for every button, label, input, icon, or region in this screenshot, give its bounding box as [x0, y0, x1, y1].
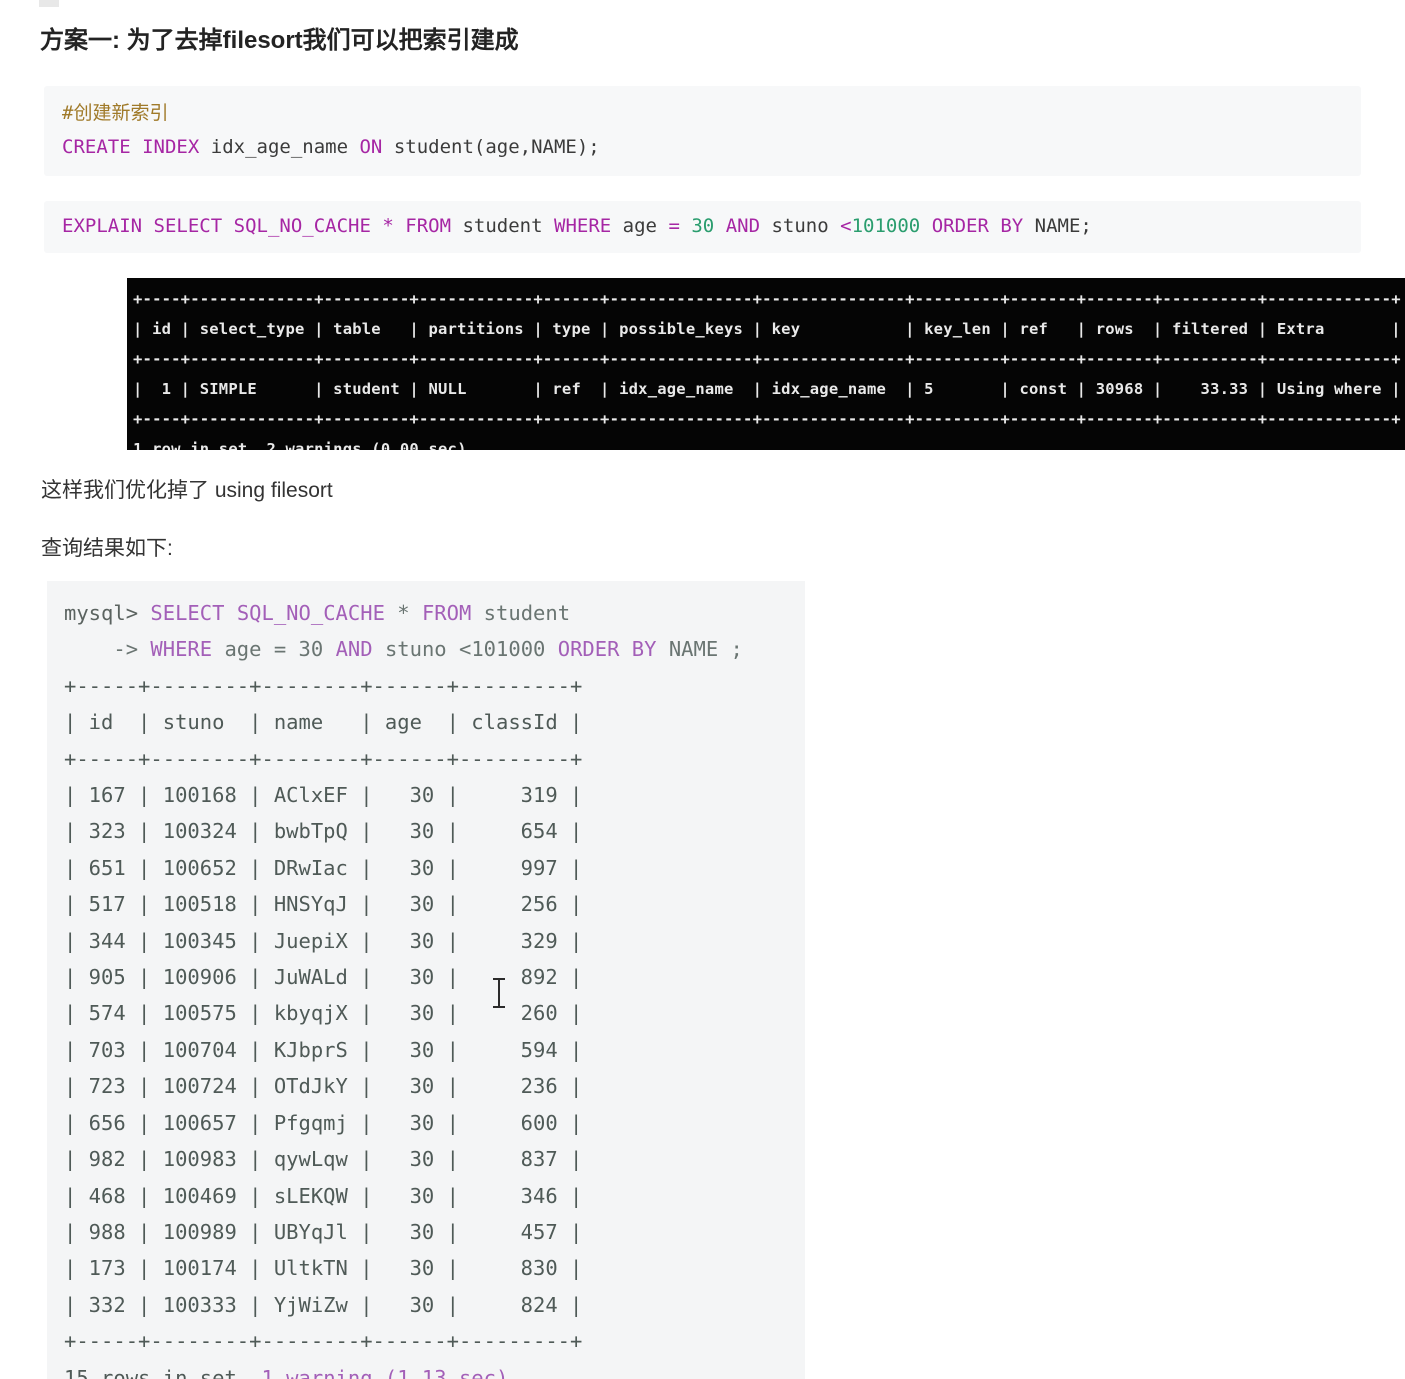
result-footer-count: 15	[64, 1365, 89, 1379]
star-operator: *	[382, 215, 394, 237]
code-block-create-index[interactable]: #创建新索引 CREATE INDEX idx_age_name ON stud…	[44, 86, 1361, 176]
keyword-select: SELECT	[153, 215, 223, 237]
index-name: idx_age_name	[210, 136, 349, 158]
code-block-explain[interactable]: EXPLAIN SELECT SQL_NO_CACHE * FROM stude…	[44, 201, 1361, 253]
result-separator-top: +-----+--------+--------+------+--------…	[64, 673, 583, 698]
keyword-from: FROM	[405, 215, 452, 237]
less-than-operator: <	[840, 215, 852, 237]
result-keyword-where: WHERE	[150, 637, 213, 662]
code-comment: #创建新索引	[62, 102, 169, 124]
paragraph-filesort-optimized: 这样我们优化掉了 using filesort	[41, 479, 333, 502]
terminal-separator-bottom: +----+-------------+---------+----------…	[133, 410, 1401, 428]
keyword-index: INDEX	[142, 136, 200, 158]
result-keyword-sql-no-cache: SQL_NO_CACHE	[236, 601, 385, 625]
result-header-row: | id | stuno | name | age | classId |	[64, 710, 583, 735]
result-equals: =	[273, 637, 287, 662]
result-column-name: NAME ;	[668, 637, 743, 662]
terminal-data-row: | 1 | SIMPLE | student | NULL | ref | id…	[133, 380, 1401, 398]
terminal-explain-output: +----+-------------+---------+----------…	[127, 278, 1405, 450]
table-name: student	[462, 215, 543, 237]
keyword-where: WHERE	[554, 215, 612, 237]
result-footer-warning: 1 warning (1.13 sec)	[261, 1365, 509, 1379]
result-separator-bottom: +-----+--------+--------+------+--------…	[64, 1329, 583, 1354]
equals-operator: =	[668, 215, 680, 237]
mysql-prompt: mysql>	[64, 601, 139, 625]
result-rows-container: | 167 | 100168 | AClxEF | 30 | 319 | | 3…	[64, 783, 583, 1317]
code-block-query-result[interactable]: mysql> SELECT SQL_NO_CACHE * FROM studen…	[47, 581, 805, 1379]
keyword-order-by: ORDER BY	[931, 215, 1024, 237]
table-expression: student(age,NAME);	[393, 136, 600, 158]
keyword-explain: EXPLAIN	[62, 215, 143, 237]
result-keyword-and: AND	[335, 637, 373, 662]
section-heading: 方案一: 为了去掉filesort我们可以把索引建成	[40, 27, 519, 54]
terminal-separator-mid: +----+-------------+---------+----------…	[133, 350, 1401, 368]
result-separator-mid: +-----+--------+--------+------+--------…	[64, 746, 583, 771]
result-star: *	[397, 601, 410, 625]
paragraph-query-result-label: 查询结果如下:	[41, 537, 173, 560]
result-keyword-order-by: ORDER BY	[557, 637, 657, 662]
keyword-sql-no-cache: SQL_NO_CACHE	[233, 215, 371, 237]
top-cut-off-bar	[39, 0, 59, 7]
result-keyword-select: SELECT	[150, 601, 225, 625]
result-value-101000: <101000	[459, 637, 546, 662]
result-table-name: student	[483, 601, 571, 625]
terminal-header-row: | id | select_type | table | partitions …	[133, 320, 1401, 338]
result-column-stuno: stuno	[384, 637, 447, 662]
result-footer-text: rows in set,	[101, 1365, 250, 1379]
result-continuation-arrow: ->	[113, 637, 139, 662]
value-101000: 101000	[851, 215, 921, 237]
result-keyword-from: FROM	[421, 601, 472, 625]
terminal-separator-top: +----+-------------+---------+----------…	[133, 290, 1401, 308]
keyword-and: AND	[725, 215, 761, 237]
keyword-on: ON	[359, 136, 383, 158]
terminal-footer: 1 row in set, 2 warnings (0.00 sec)	[133, 440, 467, 450]
column-age: age	[622, 215, 657, 237]
value-30: 30	[691, 215, 715, 237]
result-column-age: age	[224, 637, 262, 662]
column-name: NAME;	[1034, 215, 1092, 237]
keyword-create: CREATE	[62, 136, 131, 158]
column-stuno: stuno	[771, 215, 829, 237]
result-value-30: 30	[298, 637, 324, 662]
